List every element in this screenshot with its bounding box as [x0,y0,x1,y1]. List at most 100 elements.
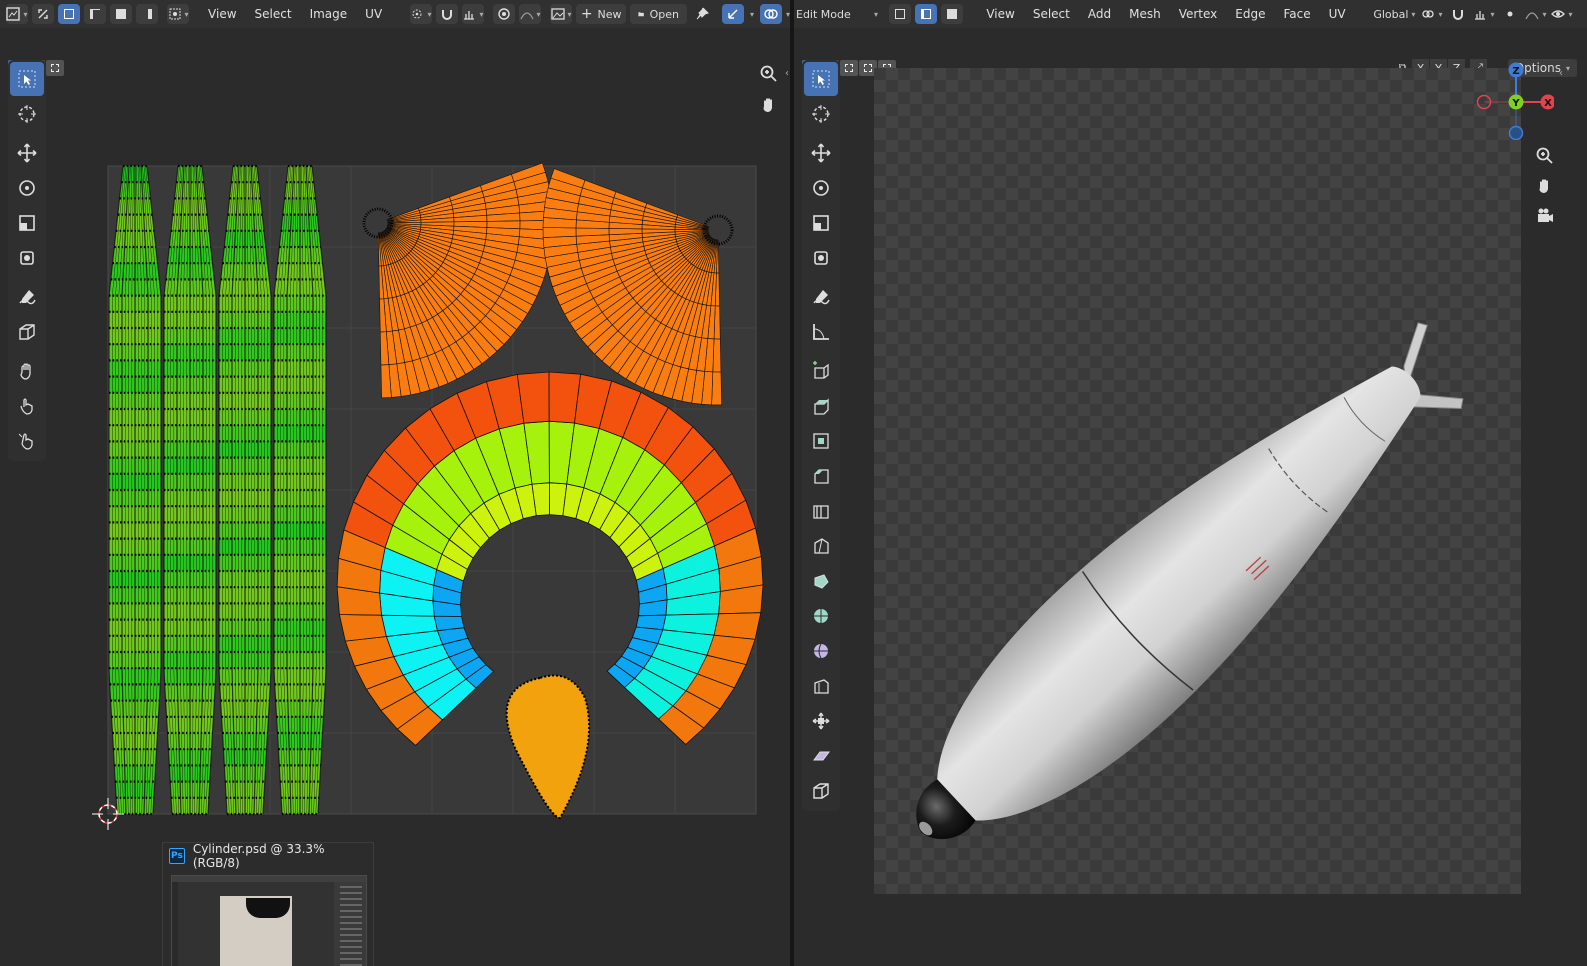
magnet-icon [441,10,452,20]
falloff-dropdown-3d[interactable]: ▾ [1525,4,1547,24]
tool-measure[interactable] [804,315,838,349]
tool-cursor-3d[interactable] [804,97,838,131]
tool-scale-3d[interactable] [804,206,838,240]
folder-icon [638,12,645,17]
bevel-icon [814,469,829,484]
sync-selection-toggle[interactable] [32,4,54,24]
navigation-gizmo[interactable]: Z X Y [1474,60,1554,140]
falloff-dropdown[interactable]: ▾ [519,4,542,24]
tool-smooth[interactable] [804,634,838,668]
sticky-selection-dropdown[interactable]: ▾ [167,4,190,24]
gizmo-neg-z-axis[interactable] [1508,125,1524,140]
menu-select[interactable]: Select [246,7,301,21]
tool-edge-slide[interactable] [804,669,838,703]
uv-editor-area[interactable]: ‹ Ps Cylinder.psd @ 33.3% (RGB/8) [0,28,790,966]
tool-inset[interactable] [804,424,838,458]
preview-thumbnail[interactable] [171,875,367,966]
viewport-zoom-button[interactable] [1531,142,1559,170]
pin-icon [696,7,709,20]
crosshair-cursor-icon [812,105,830,123]
viewport-pan-button[interactable] [1531,172,1559,200]
taskbar-preview-popup[interactable]: Ps Cylinder.psd @ 33.3% (RGB/8) [162,842,374,966]
annotate-pencil-icon [813,290,830,305]
vertex-select-mode[interactable] [58,4,80,24]
visibility-dropdown[interactable]: ▾ [1551,4,1573,24]
tool-knife[interactable] [804,529,838,563]
photoshop-app-icon: Ps [169,848,185,864]
tool-poly-build[interactable] [804,564,838,598]
link-icon [1422,10,1435,18]
snap-toggle[interactable] [435,4,458,24]
camera-icon [1538,208,1553,222]
camera-view-button[interactable] [1531,202,1559,230]
proportional-edit-toggle[interactable] [493,4,516,24]
open-image-button[interactable]: Open [630,4,687,24]
inset-faces-icon [813,433,829,449]
tool-annotate-3d[interactable] [804,280,838,314]
tool-add-cube[interactable] [804,354,838,388]
image-editor-icon [6,7,21,21]
edge-slide-icon [814,679,829,694]
tool-rotate-3d[interactable] [804,171,838,205]
transform-orientation-dropdown[interactable]: Global ▾ [1366,4,1417,24]
overlays-toggle[interactable] [760,4,783,24]
pivot-dropdown-3d[interactable]: ▾ [1421,4,1443,24]
face-select-mode[interactable] [110,4,132,24]
menu-vertex[interactable]: Vertex [1170,7,1227,21]
island-select-mode[interactable] [136,4,158,24]
menu-mesh[interactable]: Mesh [1120,7,1170,21]
tool-shear[interactable] [804,739,838,773]
face-select-mode-3d[interactable] [941,4,964,24]
tool-move-3d[interactable] [804,136,838,170]
proportional-edit-toggle-3d[interactable] [1499,4,1521,24]
snap-increment-icon [1475,11,1486,20]
eye-icon [1551,10,1566,18]
snap-target-dropdown[interactable]: ▾ [461,4,484,24]
open-image-label: Open [649,7,679,21]
menu-add[interactable]: Add [1079,7,1120,21]
overlays-icon [764,9,778,19]
viewport-3d-area[interactable]: ⧉ X Y Z ⤢ Options▾ [794,28,1587,966]
tool-transform-3d[interactable] [804,241,838,275]
pivot-point-dropdown[interactable]: ▾ [409,4,432,24]
menu-uv[interactable]: UV [356,7,391,21]
tool-shrink-fatten[interactable] [804,704,838,738]
menu-select-3d[interactable]: Select [1024,7,1079,21]
menu-view[interactable]: View [199,7,245,21]
editor-type-button[interactable]: ▾ [6,4,28,24]
edge-select-mode-3d[interactable] [915,4,938,24]
spin-icon [814,609,828,623]
tool-bevel[interactable] [804,459,838,493]
shear-icon [813,751,830,761]
vertex-select-mode-3d[interactable] [889,4,912,24]
mode-dropdown[interactable]: Edit Mode ▾ [796,4,882,24]
gizmo-x-label: X [1544,98,1552,109]
tool-spin[interactable] [804,599,838,633]
viewport-sidebar-toggle[interactable]: ‹ [1559,68,1563,79]
tool-extrude[interactable] [804,389,838,423]
tool-rip-region[interactable] [804,774,838,808]
uv-canvas[interactable] [0,28,790,966]
new-image-label: New [597,7,622,21]
move-arrows-icon [811,143,831,163]
menu-view-3d[interactable]: View [977,7,1023,21]
gizmo-dropdown-arrow[interactable]: ▾ [750,10,754,19]
snap-target-dropdown-3d[interactable]: ▾ [1473,4,1495,24]
snap-toggle-3d[interactable] [1447,4,1469,24]
pin-image-toggle[interactable] [691,4,713,24]
tool-loop-cut[interactable] [804,494,838,528]
image-icon [550,8,565,20]
menu-face[interactable]: Face [1274,7,1319,21]
menu-edge[interactable]: Edge [1226,7,1274,21]
preview-title-bar: Ps Cylinder.psd @ 33.3% (RGB/8) [163,842,373,870]
image-browse-dropdown[interactable]: ▾ [550,4,573,24]
edge-select-mode[interactable] [84,4,106,24]
plus-icon: + [580,6,593,22]
tool-select-box-3d[interactable] [804,62,838,96]
bomb-model-render [916,322,1464,840]
new-image-button[interactable]: + New [576,4,627,24]
magnet-icon [1453,10,1463,20]
gizmo-toggle[interactable] [722,4,744,24]
menu-image[interactable]: Image [301,7,357,21]
menu-uv-3d[interactable]: UV [1320,7,1355,21]
